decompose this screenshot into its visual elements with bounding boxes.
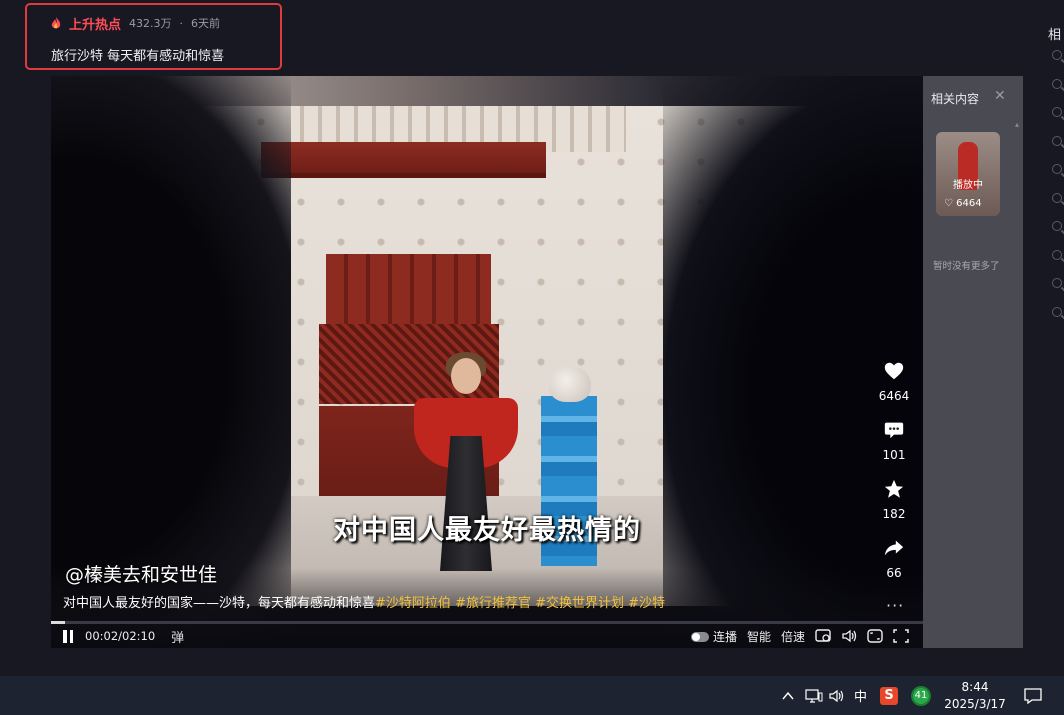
fullscreen-icon[interactable] [893, 629, 909, 643]
search-icon[interactable] [1052, 278, 1062, 288]
action-bar: 6464 101 182 66 [869, 360, 919, 596]
search-icon[interactable] [1052, 306, 1062, 317]
close-icon[interactable]: ✕ [994, 88, 1006, 104]
scroll-up-icon[interactable]: ▴ [1015, 120, 1021, 129]
autoplay-label: 连播 [712, 629, 737, 644]
tray-badge: 41 [911, 685, 931, 706]
heart-icon [884, 362, 904, 380]
thumb-like-count: ♡ 6464 [944, 198, 982, 209]
speaker-icon[interactable] [828, 676, 844, 715]
app-root: 上升热点 432.3万 · 6天前 旅行沙特 每天都有感动和惊喜 相 对中国人最… [0, 0, 1064, 715]
pip-icon[interactable] [815, 629, 831, 643]
webfullscreen-icon[interactable] [867, 629, 883, 643]
search-icon[interactable] [1052, 192, 1062, 203]
like-button[interactable]: 6464 [869, 360, 919, 419]
share-count: 66 [886, 566, 902, 580]
control-bar: 00:02/02:10 弹 连播 智能 倍速 [51, 624, 923, 648]
smart-quality-button[interactable]: 智能 [747, 628, 771, 645]
volume-icon[interactable] [841, 629, 857, 643]
hashtag[interactable]: #交换世界计划 [535, 596, 624, 611]
windows-taskbar: 中 S 41 8:44 2025/3/17 [0, 676, 1064, 715]
volume-tray-icon [829, 689, 844, 702]
search-icon[interactable] [1052, 78, 1062, 89]
search-icon[interactable] [1052, 135, 1062, 146]
search-icon[interactable] [1052, 164, 1062, 174]
related-panel: 相关内容 ✕ ▴ 播放中 ♡ 6464 暂时没有更多了 [923, 76, 1023, 648]
search-icon[interactable] [1052, 249, 1062, 260]
chat-bubble-icon [1024, 687, 1042, 704]
monitor-icon [805, 688, 823, 703]
author-name[interactable]: @榛美去和安世佳 [65, 560, 217, 587]
favorite-count: 182 [882, 507, 906, 521]
playback-time: 00:02/02:10 [85, 629, 156, 643]
speed-button[interactable]: 倍速 [781, 628, 805, 645]
person-head [451, 358, 481, 394]
hashtag[interactable]: #旅行推荐官 [455, 596, 531, 611]
video-description: 对中国人最友好的国家——沙特，每天都有感动和惊喜#沙特阿拉伯 #旅行推荐官 #交… [63, 592, 665, 611]
comment-icon [884, 422, 904, 439]
hashtag[interactable]: #沙特阿拉伯 [375, 596, 451, 611]
comment-count: 101 [882, 448, 906, 462]
right-column-title: 相 [1048, 28, 1062, 43]
share-icon [884, 540, 904, 556]
pause-bar [63, 629, 67, 643]
post-age: 6天前 [191, 17, 221, 30]
now-playing-label: 播放中 [953, 180, 983, 191]
ime-indicator[interactable]: 中 [854, 676, 867, 715]
sogou-logo: S [880, 686, 898, 705]
description-text: 对中国人最友好的国家——沙特，每天都有感动和惊喜 [63, 596, 376, 611]
tray-chevron-icon[interactable] [782, 676, 794, 715]
scene-shutter [326, 254, 491, 334]
sogou-ime-icon[interactable]: S [880, 676, 898, 715]
hot-label: 上升热点 [69, 17, 122, 33]
scene-awning [261, 142, 546, 178]
notification-icon[interactable] [1024, 676, 1042, 715]
view-count: 432.3万 [129, 17, 172, 30]
search-icon[interactable] [1052, 221, 1062, 231]
tray-app-icon[interactable]: 41 [911, 676, 931, 715]
pause-button[interactable] [63, 629, 75, 643]
danmaku-button[interactable]: 弹 [171, 627, 184, 646]
hot-title[interactable]: 旅行沙特 每天都有感动和惊喜 [51, 45, 270, 64]
toggle-switch[interactable] [691, 632, 710, 642]
clock-date: 2025/3/17 [944, 697, 1006, 711]
network-icon[interactable] [805, 676, 823, 715]
meta-separator: · [179, 16, 184, 30]
search-icon[interactable] [1052, 50, 1062, 60]
no-more-text: 暂时没有更多了 [933, 261, 1000, 272]
flame-icon [51, 16, 61, 28]
right-search-column: 相 [1046, 24, 1064, 354]
like-count: 6464 [878, 389, 910, 403]
clock[interactable]: 8:44 2025/3/17 [944, 679, 1006, 713]
search-icon[interactable] [1052, 107, 1062, 117]
thumb-like-number: 6464 [956, 198, 982, 209]
video-player[interactable]: 对中国人最友好最热情的 @榛美去和安世佳 对中国人最友好的国家——沙特，每天都有… [51, 76, 923, 648]
favorite-button[interactable]: 182 [869, 478, 919, 537]
chevron-up-icon [782, 691, 794, 699]
hashtag[interactable]: #沙特 [628, 596, 665, 611]
hot-topic-card[interactable]: 上升热点 432.3万 · 6天前 旅行沙特 每天都有感动和惊喜 [25, 3, 282, 70]
related-video-thumb[interactable]: 播放中 ♡ 6464 [936, 132, 1000, 216]
share-button[interactable]: 66 [869, 537, 919, 596]
more-button[interactable]: ··· [886, 596, 904, 615]
star-icon [884, 479, 904, 498]
autoplay-toggle[interactable]: 连播 [691, 628, 737, 645]
comment-button[interactable]: 101 [869, 419, 919, 478]
pause-bar [69, 629, 73, 643]
scene-vase [549, 366, 591, 402]
control-right-group: 连播 智能 倍速 [691, 628, 909, 645]
clock-time: 8:44 [961, 680, 989, 694]
related-title: 相关内容 [931, 92, 980, 106]
video-caption: 对中国人最友好最热情的 [333, 515, 641, 546]
